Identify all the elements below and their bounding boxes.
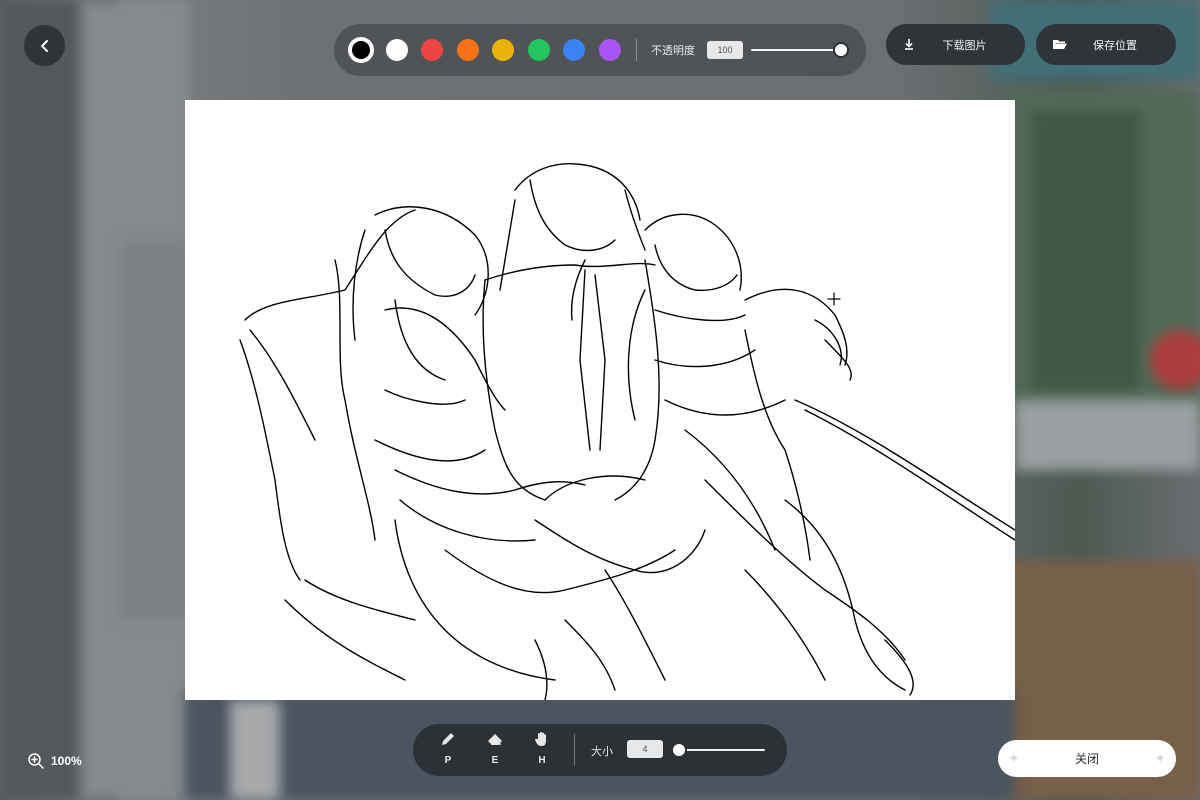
toolbar-divider (636, 39, 637, 61)
back-button[interactable] (24, 25, 65, 66)
color-swatch-orange[interactable] (456, 39, 479, 61)
opacity-input[interactable]: 100 (707, 41, 743, 59)
close-label: 关闭 (1074, 752, 1099, 766)
sparkle-icon: ✦ (1008, 750, 1020, 766)
pen-tool-button[interactable]: P (433, 730, 463, 766)
sparkle-icon: ✦ (1154, 750, 1166, 766)
opacity-slider[interactable] (751, 42, 849, 58)
toolbar-divider (574, 734, 575, 766)
color-swatch-purple[interactable] (598, 39, 621, 61)
eraser-tool-button[interactable]: E (480, 730, 510, 766)
opacity-slider-thumb[interactable] (833, 42, 849, 58)
hand-icon (535, 732, 546, 746)
opacity-label: 不透明度 (651, 45, 695, 57)
zoom-indicator[interactable]: 100% (27, 752, 82, 770)
chevron-left-icon (40, 39, 48, 52)
color-swatch-green[interactable] (527, 39, 550, 61)
zoom-level: 100% (51, 754, 82, 768)
tool-toolbar: P E H 大小 4 (413, 724, 787, 776)
color-swatch-blue[interactable] (563, 39, 585, 61)
color-swatch-red[interactable] (421, 39, 443, 61)
zoom-in-icon (28, 753, 44, 769)
drawing-canvas[interactable] (185, 100, 1016, 701)
download-image-button[interactable]: 下载图片 (886, 24, 1025, 65)
download-image-label: 下载图片 (942, 39, 987, 52)
color-swatch-yellow[interactable] (492, 39, 514, 61)
save-location-label: 保存位置 (1093, 39, 1137, 52)
eraser-icon (488, 734, 502, 745)
color-swatch-white[interactable] (385, 39, 408, 61)
pen-tool-key: P (444, 755, 452, 766)
brush-size-slider[interactable] (671, 742, 765, 758)
pen-icon (442, 733, 454, 745)
brush-size-label: 大小 (591, 746, 613, 758)
close-button[interactable]: ✦ 关闭 ✦ (998, 740, 1176, 777)
color-toolbar: 不透明度 100 (334, 24, 866, 76)
color-swatches (350, 39, 634, 61)
hand-tool-key: H (538, 755, 546, 766)
save-location-button[interactable]: 保存位置 (1036, 24, 1176, 65)
eraser-tool-key: E (491, 755, 499, 766)
brush-size-slider-thumb[interactable] (671, 742, 687, 758)
hand-tool-button[interactable]: H (527, 730, 557, 766)
color-swatch-black[interactable] (350, 39, 372, 61)
brush-size-input[interactable]: 4 (627, 740, 663, 758)
sketch-artwork (239, 163, 1016, 701)
